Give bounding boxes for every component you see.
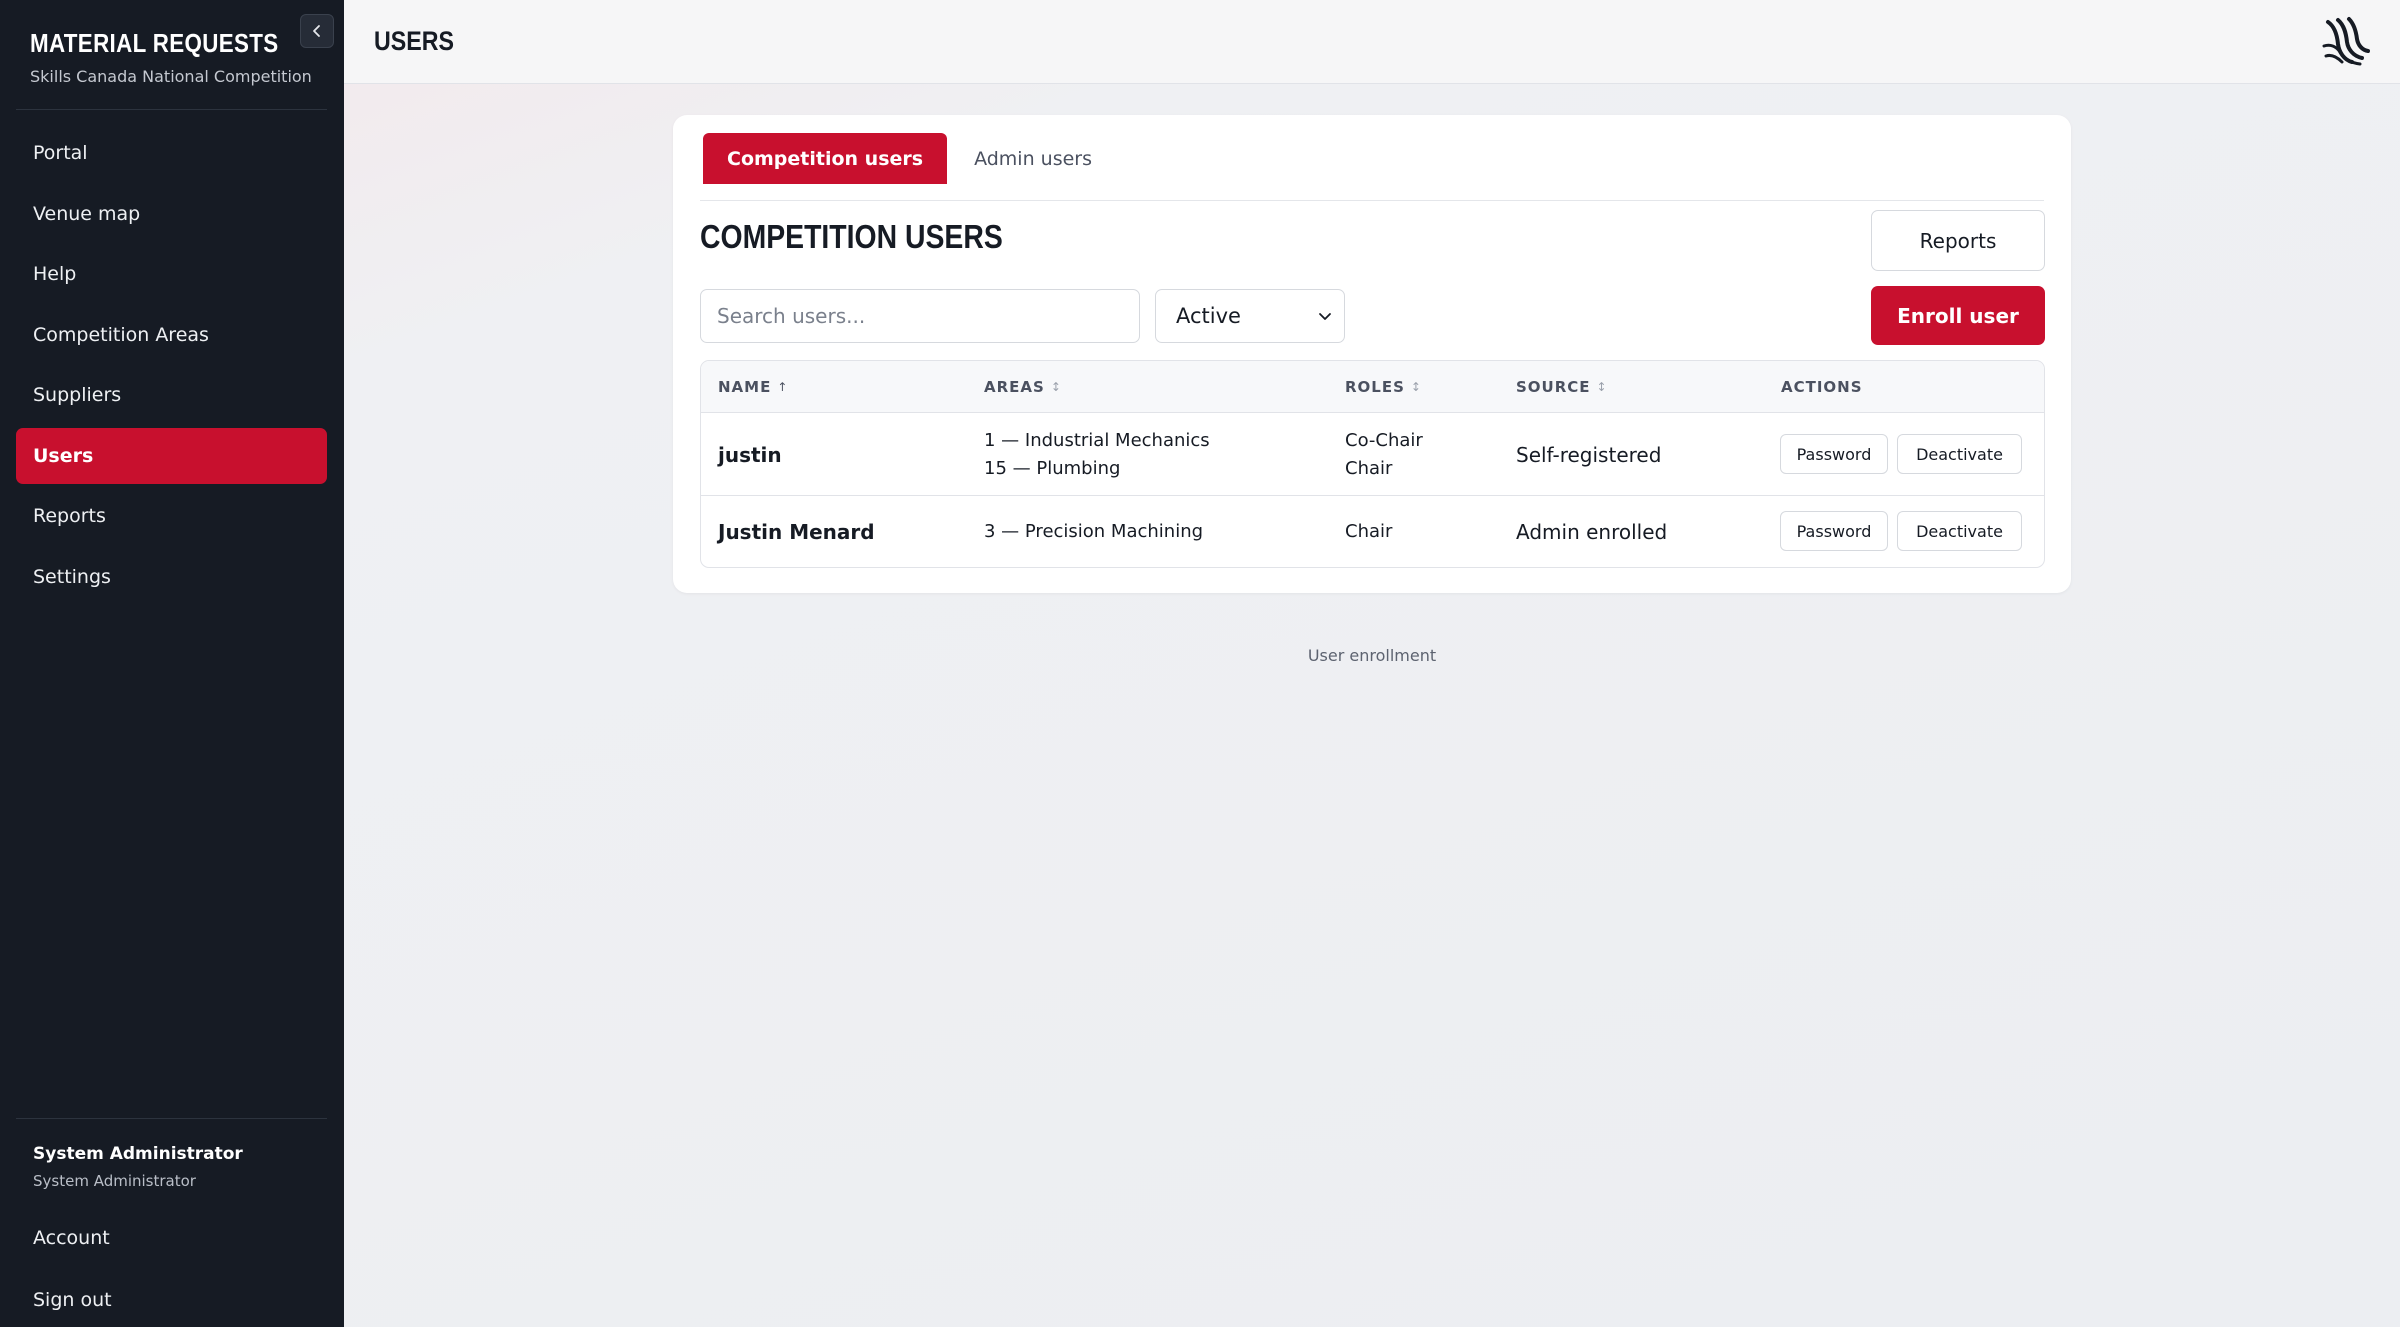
deactivate-button[interactable]: Deactivate [1897, 511, 2022, 551]
search-input[interactable] [700, 289, 1140, 343]
sidebar-item-venue-map[interactable]: Venue map [16, 186, 327, 242]
areas-cell: 1 — Industrial Mechanics 15 — Plumbing [984, 413, 1210, 496]
page-title: USERS [374, 26, 455, 56]
role-entry: Co-Chair [1345, 429, 1423, 451]
sidebar: MATERIAL REQUESTS Skills Canada National… [0, 0, 344, 1327]
source-cell: Self-registered [1516, 442, 1662, 467]
column-label-name: NAME [718, 378, 772, 396]
table-row: Justin Menard 3 — Precision Machining Ch… [701, 496, 2044, 567]
reports-button[interactable]: Reports [1871, 210, 2045, 271]
current-user-name: System Administrator [33, 1144, 243, 1164]
app-root: MATERIAL REQUESTS Skills Canada National… [0, 0, 2400, 1327]
password-button[interactable]: Password [1780, 434, 1888, 474]
status-filter-select[interactable]: Active [1155, 289, 1345, 343]
area-entry: 15 — Plumbing [984, 457, 1121, 479]
sidebar-divider-bottom [16, 1118, 327, 1119]
user-name-cell: Justin Menard [718, 519, 875, 544]
account-link[interactable]: Account [33, 1227, 110, 1249]
column-label-roles: ROLES [1345, 378, 1405, 396]
chevron-left-icon [313, 25, 320, 37]
user-name-cell: justin [718, 442, 782, 467]
table-row: justin 1 — Industrial Mechanics 15 — Plu… [701, 413, 2044, 496]
tab-admin-users[interactable]: Admin users [950, 133, 1116, 184]
roles-cell: Co-Chair Chair [1345, 413, 1423, 496]
main-content: USERS Competition users Admin users COMP… [344, 0, 2400, 1327]
sidebar-item-settings[interactable]: Settings [16, 549, 327, 605]
skills-canada-logo-icon [2322, 17, 2370, 66]
column-label-areas: AREAS [984, 378, 1045, 396]
app-subtitle: Skills Canada National Competition [30, 67, 312, 86]
roles-cell: Chair [1345, 496, 1392, 567]
brand: MATERIAL REQUESTS Skills Canada National… [30, 28, 319, 86]
top-bar: USERS [344, 0, 2400, 84]
sort-icon: ↕ [1050, 380, 1062, 394]
user-enrollment-note: User enrollment [1307, 646, 1437, 665]
deactivate-button[interactable]: Deactivate [1897, 434, 2022, 474]
column-header-source[interactable]: SOURCE ↕ [1516, 361, 1608, 413]
sidebar-collapse-button[interactable] [300, 14, 334, 48]
column-label-actions: ACTIONS [1781, 378, 1863, 396]
sidebar-item-portal[interactable]: Portal [16, 125, 327, 181]
sort-asc-icon: ↑ [777, 380, 789, 394]
column-label-source: SOURCE [1516, 378, 1591, 396]
sort-icon: ↕ [1596, 380, 1608, 394]
current-user-role: System Administrator [33, 1172, 196, 1190]
role-entry: Chair [1345, 457, 1393, 479]
areas-cell: 3 — Precision Machining [984, 496, 1203, 567]
sidebar-divider [16, 109, 327, 110]
column-header-name[interactable]: NAME ↑ [718, 361, 788, 413]
tab-competition-users[interactable]: Competition users [703, 133, 948, 184]
current-user: System Administrator System Administrato… [33, 1144, 243, 1190]
source-cell: Admin enrolled [1516, 519, 1668, 544]
column-header-areas[interactable]: AREAS ↕ [984, 361, 1062, 413]
users-table: NAME ↑ AREAS ↕ ROLES ↕ SOURCE ↕ ACTIONS … [700, 360, 2045, 568]
status-filter-value: Active [1176, 304, 1241, 328]
sort-icon: ↕ [1410, 380, 1422, 394]
sidebar-item-reports[interactable]: Reports [16, 488, 327, 544]
chevron-down-icon [1319, 313, 1331, 320]
enroll-user-button[interactable]: Enroll user [1871, 286, 2045, 345]
password-button[interactable]: Password [1780, 511, 1888, 551]
sidebar-item-users[interactable]: Users [16, 427, 327, 484]
users-card: Competition users Admin users COMPETITIO… [673, 115, 2071, 593]
sign-out-link[interactable]: Sign out [33, 1289, 112, 1311]
section-title: COMPETITION USERS [700, 218, 1003, 255]
role-entry: Chair [1345, 520, 1393, 542]
table-header: NAME ↑ AREAS ↕ ROLES ↕ SOURCE ↕ ACTIONS [701, 361, 2044, 413]
sidebar-item-help[interactable]: Help [16, 246, 327, 302]
sidebar-item-suppliers[interactable]: Suppliers [16, 367, 327, 423]
sidebar-nav: Portal Venue map Help Competition Areas … [16, 125, 327, 609]
column-header-actions: ACTIONS [1781, 361, 1863, 413]
column-header-roles[interactable]: ROLES ↕ [1345, 361, 1422, 413]
sidebar-item-competition-areas[interactable]: Competition Areas [16, 307, 327, 363]
area-entry: 1 — Industrial Mechanics [984, 429, 1210, 451]
app-title: MATERIAL REQUESTS [30, 28, 279, 58]
area-entry: 3 — Precision Machining [984, 520, 1204, 542]
user-tabs: Competition users Admin users [700, 133, 2044, 201]
